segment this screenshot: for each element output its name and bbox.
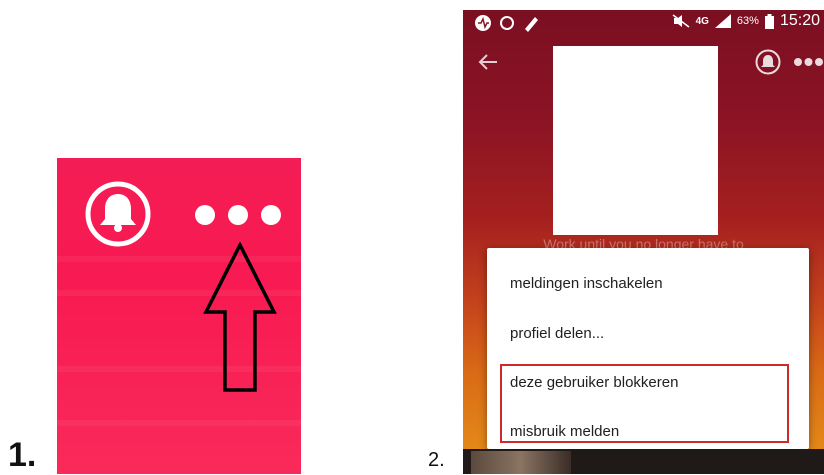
network-type: 4G: [695, 15, 709, 27]
menu-item-share-profile[interactable]: profiel delen...: [510, 325, 604, 342]
more-options-icon[interactable]: [793, 57, 824, 67]
overflow-menu: meldingen inschakelen profiel delen... d…: [487, 248, 809, 449]
menu-item-enable-notifications[interactable]: meldingen inschakelen: [510, 275, 663, 292]
clock: 15:20: [779, 12, 820, 29]
bell-icon[interactable]: [84, 180, 152, 248]
battery-percentage: 63%: [736, 15, 759, 27]
back-arrow-icon[interactable]: [477, 51, 499, 73]
more-options-icon[interactable]: [193, 203, 283, 227]
arrow-up-icon: [203, 242, 277, 392]
step-two-label: 2.: [428, 449, 445, 471]
battery-icon: [764, 13, 774, 29]
profile-image-placeholder: [553, 46, 718, 235]
status-bar: 4G 63% 15:20: [463, 10, 824, 36]
step-one-label: 1.: [8, 436, 37, 474]
mute-icon: [672, 14, 690, 28]
bottom-thumbnail: [471, 451, 571, 474]
signal-icon: [714, 14, 731, 28]
zoomed-toolbar-panel: [57, 158, 301, 474]
phone-screenshot-panel: 4G 63% 15:20 Work until you no longer ha…: [463, 10, 824, 474]
notification-icons: [475, 15, 538, 32]
bell-icon[interactable]: [755, 49, 781, 75]
highlight-box: [500, 364, 789, 443]
